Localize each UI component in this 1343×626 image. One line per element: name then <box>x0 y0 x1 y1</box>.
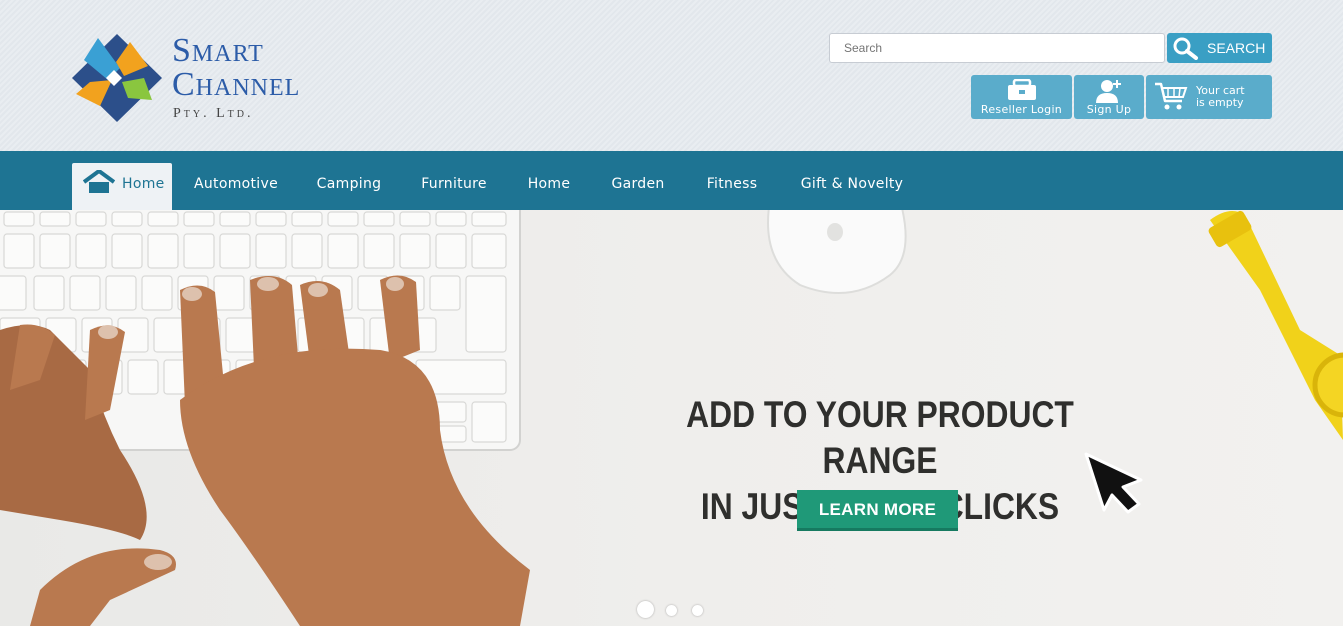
hero-headline-line1: ADD TO YOUR PRODUCT RANGE <box>686 394 1074 481</box>
nav-item-garden[interactable]: Garden <box>608 163 668 210</box>
site-header: Smart Channel Pty. Ltd. SEARCH Reseller … <box>0 0 1343 151</box>
sign-up-button[interactable]: Sign Up <box>1074 75 1144 119</box>
sign-up-label: Sign Up <box>1086 103 1132 116</box>
main-nav: Home Automotive Camping Furniture Home G… <box>0 151 1343 210</box>
search-button[interactable]: SEARCH <box>1167 33 1272 63</box>
nav-item-fitness[interactable]: Fitness <box>700 163 764 210</box>
nav-item-home[interactable]: Home <box>72 163 172 210</box>
reseller-login-label: Reseller Login <box>980 103 1063 116</box>
add-user-icon <box>1096 80 1121 103</box>
reseller-login-button[interactable]: Reseller Login <box>971 75 1072 119</box>
magnifier-icon <box>1173 37 1198 60</box>
watch-illustration <box>1208 210 1343 440</box>
house-icon <box>83 170 115 193</box>
search-button-label: SEARCH <box>1207 40 1266 56</box>
search-input[interactable] <box>829 33 1165 63</box>
shopping-cart-icon <box>1155 82 1188 110</box>
logo-word-channel: Channel <box>172 66 301 103</box>
nav-item-home-category[interactable]: Home <box>522 163 576 210</box>
nav-item-label: Home <box>122 176 165 192</box>
mouse-illustration <box>767 210 907 294</box>
slider-dot-2[interactable] <box>666 605 677 616</box>
cart-status: Your cart is empty <box>1196 85 1245 109</box>
logo-word-smart: Smart <box>172 32 264 69</box>
nav-item-camping[interactable]: Camping <box>312 163 386 210</box>
cart-status-line2: is empty <box>1196 96 1244 109</box>
cart-button[interactable]: Your cart is empty <box>1146 75 1272 119</box>
learn-more-button[interactable]: LEARN MORE <box>797 490 958 531</box>
slider-dot-3[interactable] <box>692 605 703 616</box>
logo-subtitle: Pty. Ltd. <box>173 106 254 121</box>
briefcase-icon <box>1007 79 1036 100</box>
logo[interactable]: Smart Channel Pty. Ltd. <box>70 32 370 124</box>
logo-mark-icon <box>72 34 162 122</box>
slider-pagination <box>636 600 716 620</box>
nav-item-furniture[interactable]: Furniture <box>416 163 492 210</box>
nav-item-automotive[interactable]: Automotive <box>190 163 282 210</box>
hero-slider: ADD TO YOUR PRODUCT RANGE IN JUST A FEW … <box>0 210 1343 626</box>
nav-item-gift-novelty[interactable]: Gift & Novelty <box>796 163 908 210</box>
slider-dot-1[interactable] <box>637 601 654 618</box>
